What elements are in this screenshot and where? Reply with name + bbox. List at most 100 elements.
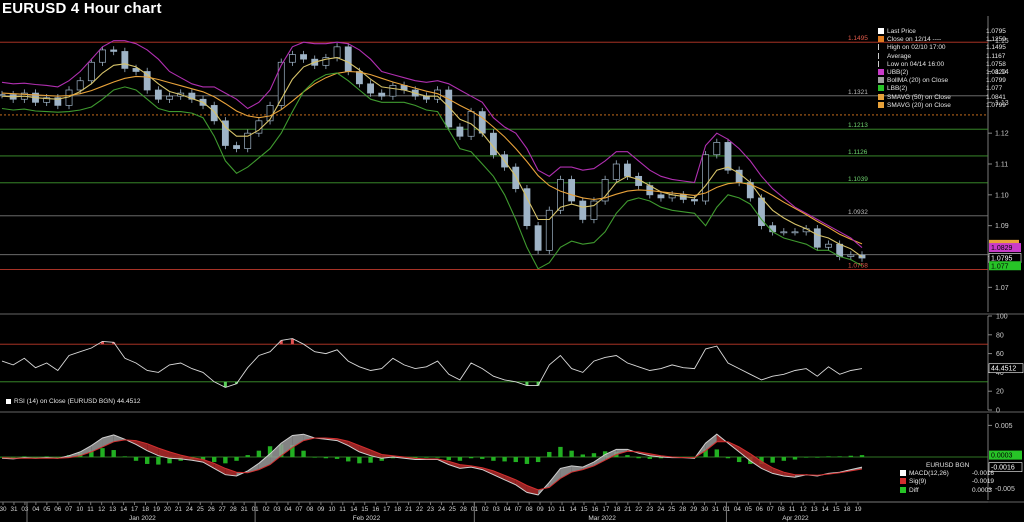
legend-label: LBB(2) xyxy=(887,85,908,93)
candle-body xyxy=(389,85,397,97)
level-label: 1.0932 xyxy=(848,209,868,216)
main-legend-row: SMAVG (50) on Close 1.0841 xyxy=(878,93,1018,102)
level-label: 1.1213 xyxy=(848,122,868,129)
x-day-label: 04 xyxy=(285,506,293,513)
x-day-label: 23 xyxy=(646,506,654,513)
x-day-label: 08 xyxy=(526,506,534,513)
candle-body xyxy=(166,95,173,100)
macd-legend: EURUSD BGN MACD(12,26) -0.0016 Sig(9) -0.00… xyxy=(900,462,1010,495)
x-day-label: 26 xyxy=(208,506,216,513)
legend-swatch xyxy=(900,470,906,477)
x-day-label: 30 xyxy=(0,506,7,513)
x-day-label: 18 xyxy=(844,506,852,513)
legend-value: 1.0829 xyxy=(986,68,1006,76)
x-day-label: 31 xyxy=(712,506,720,513)
series-line-1 xyxy=(1,57,863,258)
x-day-label: 06 xyxy=(54,506,62,513)
x-day-label: 20 xyxy=(164,506,172,513)
rsi-y-tick-label: 0 xyxy=(996,408,1000,415)
x-day-label: 08 xyxy=(306,506,314,513)
legend-swatch xyxy=(878,68,884,75)
main-legend-row: SMAVG (20) on Close 1.0799 xyxy=(878,101,1018,110)
macd-diff-bar xyxy=(435,457,440,458)
candle-body xyxy=(836,243,844,257)
macd-diff-bar xyxy=(223,457,228,464)
legend-value: 1.0799 xyxy=(986,77,1006,85)
macd-band xyxy=(605,449,617,461)
x-day-label: 31 xyxy=(10,506,18,513)
candle-body xyxy=(825,243,832,248)
macd-diff-bar xyxy=(346,457,351,462)
x-day-label: 14 xyxy=(822,506,830,513)
x-month-label: Apr 2022 xyxy=(782,515,809,522)
legend-label: SMAVG (20) on Close xyxy=(887,101,951,109)
x-day-label: 02 xyxy=(482,506,490,513)
candle-body xyxy=(355,71,363,85)
x-day-label: 27 xyxy=(219,506,227,513)
x-day-label: 13 xyxy=(109,506,117,513)
x-day-label: 18 xyxy=(394,506,402,513)
candle-body xyxy=(233,145,240,149)
x-day-label: 08 xyxy=(778,506,786,513)
legend-swatch xyxy=(878,52,884,59)
rsi-legend: RSI (14) on Close (EURUSD BGN) 44.4512 xyxy=(6,398,140,406)
x-day-label: 07 xyxy=(767,506,775,513)
x-day-label: 12 xyxy=(98,506,106,513)
macd-diff-bar xyxy=(10,457,16,458)
macd-legend-row: Diff 0.0003 xyxy=(900,486,1010,495)
x-day-label: 17 xyxy=(602,506,610,513)
legend-value: -0.0019 xyxy=(972,478,995,486)
x-day-label: 28 xyxy=(460,506,468,513)
level-label: 1.1039 xyxy=(848,176,868,183)
macd-diff-bar xyxy=(446,457,451,461)
legend-label: Average xyxy=(887,52,912,60)
macd-diff-bar xyxy=(547,451,552,457)
macd-flag-label: 0.0003 xyxy=(991,453,1013,460)
macd-diff-bar xyxy=(133,457,139,461)
legend-value: 1.077 xyxy=(986,85,1003,93)
macd-diff-bar xyxy=(826,456,831,457)
x-day-label: 12 xyxy=(800,506,808,513)
macd-diff-bar xyxy=(122,456,128,457)
x-day-label: 25 xyxy=(449,506,457,513)
candle-body xyxy=(76,80,84,91)
x-day-label: 11 xyxy=(559,506,566,513)
legend-value: 1.0841 xyxy=(986,93,1006,101)
macd-diff-bar xyxy=(468,457,474,459)
macd-diff-bar xyxy=(245,455,250,457)
x-day-label: 16 xyxy=(372,506,380,513)
macd-diff-bar xyxy=(256,450,262,457)
x-day-label: 07 xyxy=(65,506,73,513)
macd-diff-bar xyxy=(312,457,317,458)
x-day-label: 25 xyxy=(197,506,205,513)
macd-diff-bar xyxy=(480,457,485,459)
x-day-label: 10 xyxy=(328,506,336,513)
x-day-label: 19 xyxy=(855,506,863,513)
main-legend-row: Last Price 1.0795 xyxy=(878,28,1018,36)
macd-diff-bar xyxy=(625,455,630,457)
x-day-label: 15 xyxy=(580,506,588,513)
x-day-label: 04 xyxy=(32,506,40,513)
main-legend-row: BollMA (20) on Close 1.0799 xyxy=(878,77,1018,85)
macd-y-tick-label: 0.005 xyxy=(995,423,1013,430)
macd-diff-bar xyxy=(144,457,150,464)
legend-value: 0.0003 xyxy=(972,486,992,494)
x-day-label: 14 xyxy=(120,506,128,513)
x-month-label: Mar 2022 xyxy=(588,515,616,522)
macd-diff-bar xyxy=(301,450,306,457)
candle-body xyxy=(545,209,553,251)
macd-diff-bar xyxy=(636,457,641,459)
macd-diff-bar xyxy=(424,457,429,458)
candle-body xyxy=(791,231,799,234)
x-day-label: 07 xyxy=(515,506,523,513)
macd-diff-bar xyxy=(580,454,585,457)
legend-swatch xyxy=(878,36,884,43)
macd-diff-bar xyxy=(234,457,239,461)
candle-body xyxy=(121,51,129,69)
macd-diff-bar xyxy=(22,456,27,457)
x-day-label: 04 xyxy=(734,506,742,513)
candle-body xyxy=(624,163,631,177)
x-day-label: 03 xyxy=(493,506,501,513)
legend-label: Close on 12/14 ---- xyxy=(887,36,942,44)
candle-body xyxy=(154,89,162,100)
